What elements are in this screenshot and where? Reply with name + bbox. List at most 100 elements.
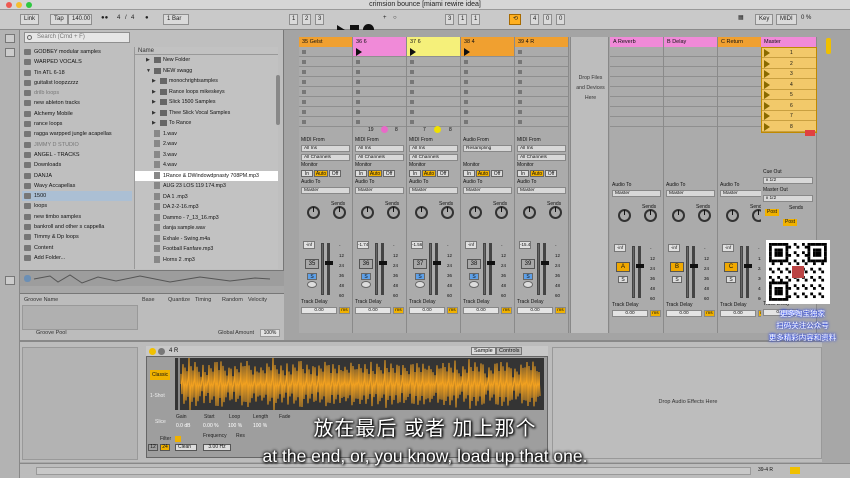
clip-stop-icon[interactable] xyxy=(410,60,414,64)
file-row[interactable]: Exhale - Swing.m4a xyxy=(135,234,278,245)
clip-slot[interactable] xyxy=(353,77,406,87)
volume-readout[interactable]: -1.74 xyxy=(357,241,369,249)
places-item[interactable]: ANGEL - TRACKS xyxy=(22,150,132,160)
tempo-field[interactable]: 140.00 xyxy=(68,14,92,25)
scene-launch-icon[interactable] xyxy=(764,59,770,68)
scene-launch-icon[interactable] xyxy=(764,101,770,110)
input-type-menu[interactable]: All Ins xyxy=(409,145,458,152)
scene-launch-icon[interactable] xyxy=(764,49,770,57)
clip-launch-icon[interactable] xyxy=(410,48,416,56)
one-shot-mode-button[interactable]: 1-Shot xyxy=(150,393,165,399)
device-power-icon[interactable] xyxy=(149,348,156,355)
input-channel-menu[interactable]: All Channels xyxy=(355,154,404,161)
disclosure-arrow-icon[interactable]: ▼ xyxy=(146,66,151,77)
output-menu[interactable]: Master xyxy=(301,187,350,194)
clip-slot[interactable] xyxy=(299,77,352,87)
arm-button[interactable] xyxy=(523,281,533,288)
clip-slot[interactable] xyxy=(299,107,352,117)
monitor-off-button[interactable]: Off xyxy=(329,170,341,177)
scene-row[interactable]: 1 xyxy=(762,48,816,58)
clip-stop-icon[interactable] xyxy=(356,80,360,84)
key-map-button[interactable]: Key xyxy=(755,14,774,25)
clip-stop-icon[interactable] xyxy=(302,60,306,64)
places-item[interactable]: Add Folder... xyxy=(22,253,132,263)
clip-stop-icon[interactable] xyxy=(356,110,360,114)
track-activator-button[interactable]: 35 xyxy=(305,259,319,269)
file-row[interactable]: AUG 23 LOS 119 174.mp3 xyxy=(135,181,278,192)
clip-slot[interactable] xyxy=(610,57,663,67)
scene-launch-icon[interactable] xyxy=(764,112,770,120)
loop-length-beat[interactable]: 0 xyxy=(543,14,552,25)
clip-stop-icon[interactable] xyxy=(356,100,360,104)
monitor-in-button[interactable]: In xyxy=(463,170,475,177)
clip-slot[interactable] xyxy=(299,57,352,67)
track-36-knob[interactable] xyxy=(381,126,388,133)
clip-slot[interactable] xyxy=(610,107,663,117)
groove-list-area[interactable] xyxy=(22,305,138,330)
loop-switch-icon[interactable]: ⟲ xyxy=(509,14,521,25)
clip-stop-icon[interactable] xyxy=(302,90,306,94)
clip-slot[interactable] xyxy=(461,107,514,117)
scene-row[interactable]: 5 xyxy=(762,90,816,100)
disclosure-arrow-icon[interactable]: ▶ xyxy=(152,97,156,108)
output-menu[interactable]: Master xyxy=(355,187,404,194)
clip-stop-icon[interactable] xyxy=(302,70,306,74)
clip-stop-icon[interactable] xyxy=(518,100,522,104)
clip-slot[interactable] xyxy=(299,67,352,77)
clip-stop-icon[interactable] xyxy=(518,70,522,74)
clip-slot[interactable] xyxy=(407,117,460,127)
clip-stop-icon[interactable] xyxy=(518,50,522,54)
clip-slot[interactable] xyxy=(407,47,460,57)
places-item[interactable]: 1500 xyxy=(22,191,132,202)
clip-slot[interactable] xyxy=(664,77,717,87)
volume-fader-handle[interactable] xyxy=(636,264,644,268)
audio-effects-drop-area[interactable]: Drop Audio Effects Here xyxy=(552,347,822,459)
file-row[interactable]: ▶ New Folder xyxy=(135,55,278,66)
clip-slot[interactable] xyxy=(353,57,406,67)
monitor-off-button[interactable]: Off xyxy=(437,170,449,177)
device-hotswap-icon[interactable] xyxy=(158,348,165,355)
file-row[interactable]: ▶ To Rance xyxy=(135,118,278,129)
clip-stop-icon[interactable] xyxy=(410,80,414,84)
volume-readout[interactable]: -inf xyxy=(465,241,477,249)
clip-slot[interactable] xyxy=(664,67,717,77)
volume-readout[interactable]: -inf xyxy=(668,244,680,252)
volume-fader-handle[interactable] xyxy=(690,264,698,268)
clip-slot[interactable] xyxy=(664,87,717,97)
clip-stop-icon[interactable] xyxy=(464,100,468,104)
places-item[interactable]: DANJA xyxy=(22,171,132,181)
scene-row[interactable]: 4 xyxy=(762,80,816,90)
scene-launch-icon[interactable] xyxy=(764,91,770,99)
sig-den[interactable]: 4 xyxy=(130,14,138,25)
sample-tab[interactable]: Sample xyxy=(471,347,496,355)
scene-row[interactable]: 3 xyxy=(762,69,816,79)
file-row[interactable]: ▼ NEW swagg xyxy=(135,66,278,77)
clip-stop-icon[interactable] xyxy=(356,60,360,64)
clip-slot[interactable] xyxy=(407,87,460,97)
scene-row[interactable]: 7 xyxy=(762,111,816,121)
places-item[interactable]: Content xyxy=(22,243,132,253)
clip-stop-icon[interactable] xyxy=(302,110,306,114)
volume-fader-track[interactable] xyxy=(543,243,546,295)
send-b-knob[interactable] xyxy=(495,206,508,219)
output-menu[interactable]: Master xyxy=(463,187,512,194)
clip-stop-icon[interactable] xyxy=(356,120,360,124)
input-type-menu[interactable]: Resampling xyxy=(463,145,512,152)
volume-readout[interactable]: -inf xyxy=(303,241,315,249)
track-delay-value[interactable]: 0.00 xyxy=(517,307,553,314)
clip-slot[interactable] xyxy=(515,77,568,87)
solo-button[interactable]: S xyxy=(672,276,682,283)
clip-stop-icon[interactable] xyxy=(464,70,468,74)
clip-slot[interactable] xyxy=(610,117,663,127)
name-column-header[interactable]: Name xyxy=(135,47,278,55)
volume-fader-handle[interactable] xyxy=(433,261,441,265)
scene-launch-icon[interactable] xyxy=(764,80,770,89)
controls-tab[interactable]: Controls xyxy=(496,347,523,355)
track-title-bar[interactable]: 35 Gelst xyxy=(299,37,352,47)
volume-fader-track[interactable] xyxy=(638,246,641,298)
file-row[interactable]: 2.wav xyxy=(135,139,278,150)
places-item[interactable]: new ableton tracks xyxy=(22,98,132,108)
disclosure-arrow-icon[interactable]: ▶ xyxy=(152,108,156,119)
track-delay-value[interactable]: 0.00 xyxy=(409,307,445,314)
monitor-in-button[interactable]: In xyxy=(301,170,313,177)
